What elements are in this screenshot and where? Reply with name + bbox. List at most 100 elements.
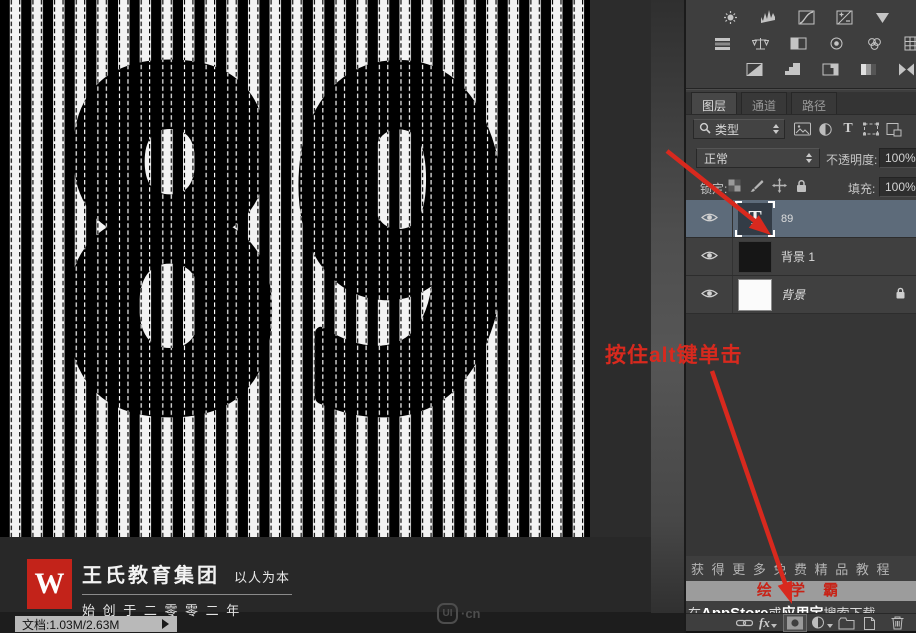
branding-block: W 王氏教育集团 以人为本 始 创 于 二 零 零 二 年 xyxy=(27,559,292,619)
layer-thumbnail[interactable] xyxy=(738,240,772,273)
stripe-pattern-artwork: 89 xyxy=(0,0,590,537)
link-layers-button[interactable] xyxy=(736,617,753,629)
channel-mixer-icon[interactable] xyxy=(866,36,883,51)
layer-name[interactable]: 背景 xyxy=(781,286,805,303)
adjustment-circle-icon xyxy=(811,616,824,629)
lock-position-icon[interactable] xyxy=(772,178,787,198)
new-layer-button[interactable] xyxy=(862,615,877,630)
layer-name[interactable]: 89 xyxy=(781,213,793,225)
visibility-cell[interactable] xyxy=(686,238,733,275)
lock-all-icon[interactable] xyxy=(795,179,808,198)
lock-paint-icon[interactable] xyxy=(749,179,764,198)
blend-mode-value: 正常 xyxy=(704,151,729,166)
dock-divider-band xyxy=(651,0,686,613)
opacity-value[interactable]: 100% xyxy=(879,148,916,168)
opacity-label: 不透明度: xyxy=(826,153,878,167)
chevron-down-icon xyxy=(826,623,833,628)
background-layer-thumbnail[interactable] xyxy=(738,278,772,311)
selection-bracket xyxy=(768,229,775,237)
photoshop-window: 89 图层 通道 路径 类型 T 正常 不透明度: 100% 锁定: 填充: 1… xyxy=(0,0,916,633)
status-bar: 文档:1.03M/2.63M xyxy=(15,616,177,632)
adjustments-row-1 xyxy=(686,7,916,27)
opacity-value-text: 100% xyxy=(885,151,916,165)
select-updown-icon xyxy=(773,124,779,134)
filter-type-select[interactable]: 类型 xyxy=(693,119,785,139)
add-layer-mask-button[interactable] xyxy=(782,613,807,632)
blend-mode-select[interactable]: 正常 xyxy=(696,148,820,168)
layer-row-bg1[interactable]: 背景 1 xyxy=(686,238,916,276)
tab-paths[interactable]: 路径 xyxy=(791,92,838,114)
document-canvas[interactable]: 89 xyxy=(0,0,590,537)
pixel-layer-filter-icon[interactable] xyxy=(793,120,811,138)
visibility-cell[interactable] xyxy=(686,276,733,313)
eye-icon[interactable] xyxy=(700,286,718,304)
layer-row-89[interactable]: T 89 xyxy=(686,200,916,238)
text-layer-thumbnail[interactable]: T xyxy=(735,200,775,237)
tab-paths-label: 路径 xyxy=(802,99,827,113)
curves-icon[interactable] xyxy=(798,10,815,25)
smart-object-filter-icon[interactable] xyxy=(885,120,903,138)
ui-cn-watermark: UI ·cn xyxy=(437,603,481,624)
exposure-icon[interactable] xyxy=(836,10,853,25)
filter-type-label: 类型 xyxy=(715,122,740,137)
brand-texts: 王氏教育集团 以人为本 始 创 于 二 零 零 二 年 xyxy=(82,559,292,619)
selection-bracket xyxy=(768,200,775,208)
ad-banner-button[interactable]: 绘 学 霸 xyxy=(686,581,916,601)
tab-channels[interactable]: 通道 xyxy=(741,92,788,114)
adjustment-layer-filter-icon[interactable] xyxy=(816,120,834,138)
ui-cn-suffix: ·cn xyxy=(461,606,481,621)
select-updown-icon xyxy=(806,153,812,163)
black-white-icon[interactable] xyxy=(790,36,807,51)
tab-layers[interactable]: 图层 xyxy=(691,92,738,114)
tab-channels-label: 通道 xyxy=(752,99,777,113)
shape-layer-filter-icon[interactable] xyxy=(862,120,880,138)
eye-icon[interactable] xyxy=(700,248,718,266)
levels-icon[interactable] xyxy=(760,9,777,25)
blend-mode-row: 正常 不透明度: 100% xyxy=(686,148,916,170)
ad-line1: 获 得 更 多 免 费 精 品 教 程 xyxy=(691,562,892,577)
fill-value[interactable]: 100% xyxy=(879,177,916,197)
layers-list: T 89 背景 1 背景 xyxy=(686,200,916,556)
layer-style-button[interactable]: fx xyxy=(759,615,777,631)
brightness-contrast-icon[interactable] xyxy=(722,10,739,25)
fill-label: 填充: xyxy=(848,182,876,196)
delete-layer-button[interactable] xyxy=(890,615,905,630)
brand-slogan: 以人为本 xyxy=(234,570,291,585)
layer-row-background[interactable]: 背景 xyxy=(686,276,916,314)
selective-color-icon[interactable] xyxy=(898,62,915,77)
invert-icon[interactable] xyxy=(746,62,763,77)
layers-panel-footer: fx xyxy=(686,613,916,633)
panel-divider-highlight xyxy=(686,89,916,90)
adjustments-row-2 xyxy=(686,33,916,53)
fill-value-text: 100% xyxy=(885,180,916,194)
filter-kind-icons: T xyxy=(793,120,903,138)
lock-transparency-icon[interactable] xyxy=(728,179,741,197)
vibrance-icon[interactable] xyxy=(874,10,891,25)
gradient-map-icon[interactable] xyxy=(860,62,877,77)
selection-bracket xyxy=(735,229,742,237)
layer-mask-icon xyxy=(786,616,803,629)
annotation-tip-text: 按住alt键单击 xyxy=(605,344,743,367)
new-adjustment-layer-button[interactable] xyxy=(811,615,833,630)
color-balance-icon[interactable] xyxy=(751,36,770,51)
document-size-label: 文档:1.03M/2.63M xyxy=(22,617,120,632)
color-lookup-icon[interactable] xyxy=(904,36,916,51)
hue-saturation-icon[interactable] xyxy=(714,36,731,51)
background-lock-icon xyxy=(895,286,906,304)
layer-filter-row: 类型 T xyxy=(686,119,916,143)
type-layer-filter-icon[interactable]: T xyxy=(839,120,857,138)
layers-panel-dock: 图层 通道 路径 类型 T 正常 不透明度: 100% 锁定: 填充: 100%… xyxy=(686,0,916,633)
status-expand-button[interactable] xyxy=(162,619,169,629)
lock-icons xyxy=(728,178,808,198)
tab-layers-label: 图层 xyxy=(702,99,727,113)
photo-filter-icon[interactable] xyxy=(828,36,845,51)
adjustments-row-3 xyxy=(686,59,916,79)
panel-tabs: 图层 通道 路径 xyxy=(686,92,916,115)
new-group-button[interactable] xyxy=(838,616,855,630)
eye-icon[interactable] xyxy=(700,210,718,228)
threshold-icon[interactable] xyxy=(822,62,839,77)
brand-logo: W xyxy=(27,559,72,609)
visibility-cell[interactable] xyxy=(686,200,733,237)
posterize-icon[interactable] xyxy=(784,62,801,77)
layer-name[interactable]: 背景 1 xyxy=(781,248,815,265)
